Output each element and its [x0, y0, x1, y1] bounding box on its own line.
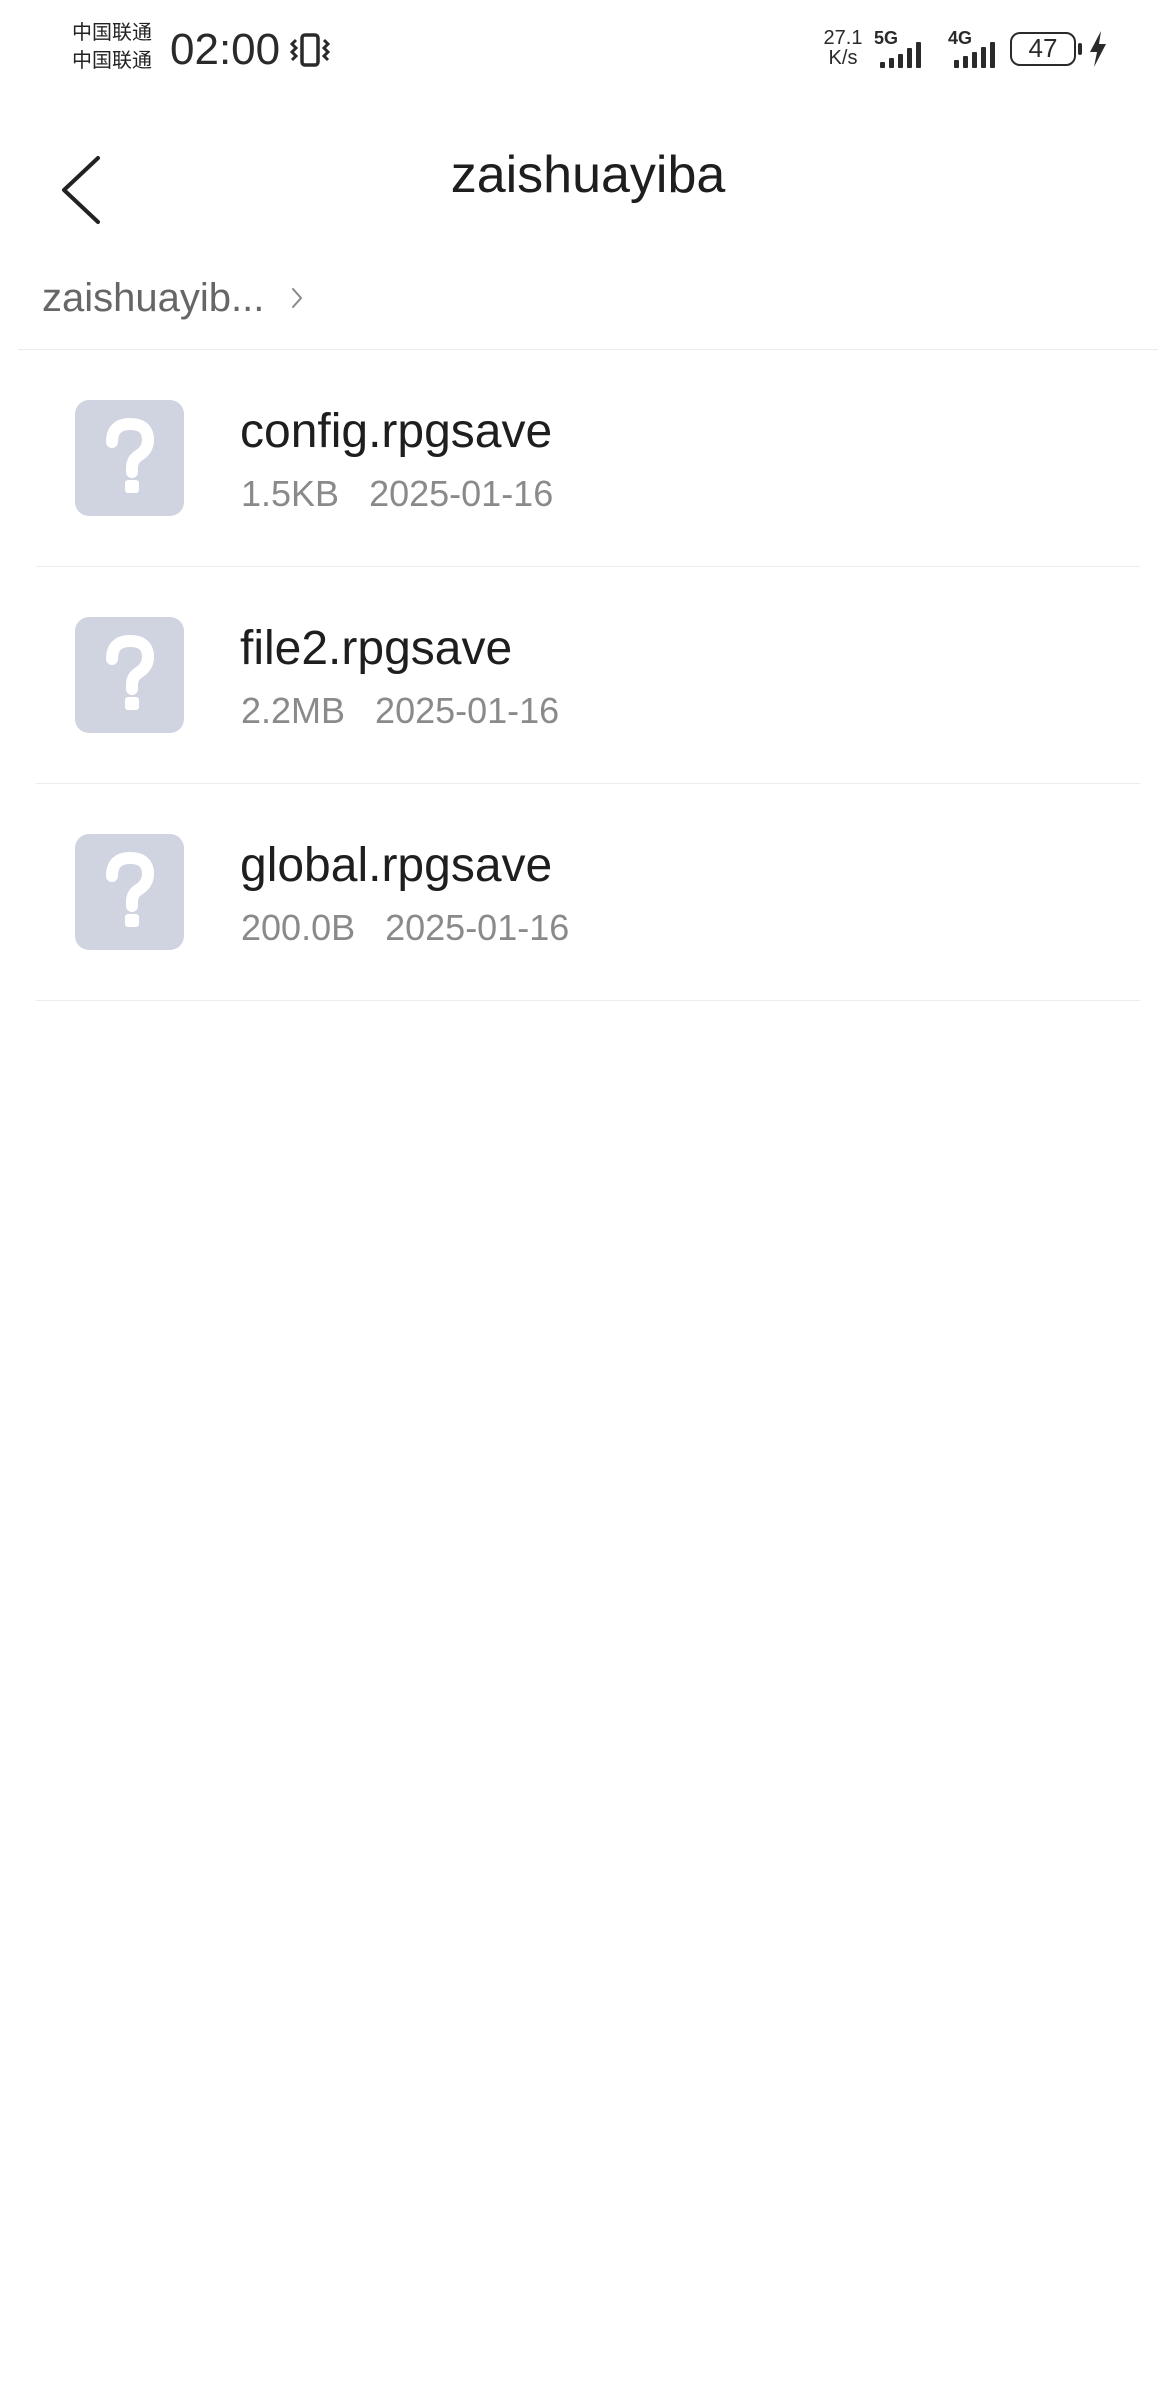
carrier-label-1: 中国联通 — [72, 20, 152, 44]
file-name: global.rpgsave — [240, 839, 553, 892]
status-bar: 中国联通 中国联通 02:00 27.1 K/s 5G 4G 47 — [0, 0, 1176, 100]
file-size: 2.2MB — [241, 690, 346, 731]
network-speed-value: 27.1 — [823, 27, 863, 49]
file-date: 2025-01-16 — [375, 690, 560, 731]
file-meta: 200.0B 2025-01-16 — [241, 906, 569, 950]
title-bar: zaishuayiba — [0, 110, 1176, 230]
network-speed: 27.1 K/s — [818, 28, 868, 68]
battery-tip — [1078, 43, 1082, 55]
vibrate-icon — [289, 33, 331, 67]
breadcrumb-item[interactable]: zaishuayib... — [42, 276, 264, 321]
unknown-file-icon — [75, 617, 184, 733]
file-meta: 1.5KB 2025-01-16 — [241, 472, 553, 516]
unknown-file-icon — [75, 400, 184, 516]
battery-icon: 47 — [1010, 32, 1076, 66]
carrier-label-2: 中国联通 — [72, 48, 152, 72]
file-meta: 2.2MB 2025-01-16 — [241, 689, 559, 733]
signal-icon — [880, 40, 921, 68]
file-size: 200.0B — [241, 907, 356, 948]
file-list-item[interactable]: config.rpgsave 1.5KB 2025-01-16 — [0, 350, 1176, 567]
chevron-right-icon — [292, 288, 303, 308]
file-name: config.rpgsave — [240, 405, 553, 458]
unknown-file-icon — [75, 834, 184, 950]
file-date: 2025-01-16 — [369, 473, 554, 514]
page-title: zaishuayiba — [450, 146, 726, 204]
charging-icon — [1090, 31, 1106, 67]
clock: 02:00 — [170, 25, 281, 74]
file-list-item[interactable]: global.rpgsave 200.0B 2025-01-16 — [0, 784, 1176, 1001]
signal-icon — [954, 40, 995, 68]
carrier-labels: 中国联通 中国联通 — [72, 18, 152, 74]
file-size: 1.5KB — [241, 473, 340, 514]
file-list-item[interactable]: file2.rpgsave 2.2MB 2025-01-16 — [0, 567, 1176, 784]
file-date: 2025-01-16 — [385, 907, 570, 948]
file-list: config.rpgsave 1.5KB 2025-01-16 file2.rpg… — [0, 350, 1176, 1001]
network-speed-unit: K/s — [828, 47, 858, 69]
file-name: file2.rpgsave — [240, 622, 513, 675]
breadcrumb[interactable]: zaishuayib... — [42, 268, 304, 328]
